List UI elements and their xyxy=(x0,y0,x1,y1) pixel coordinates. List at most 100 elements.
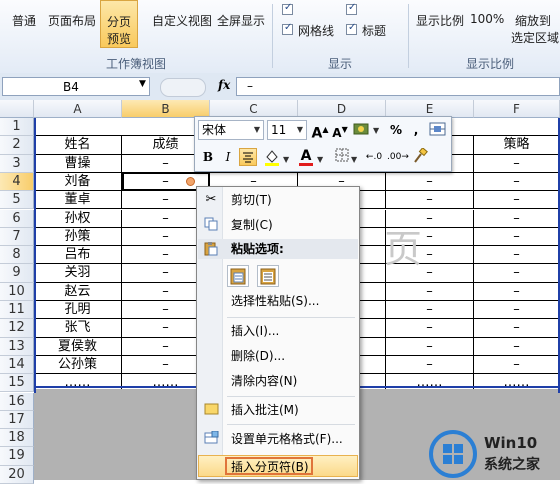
value-cell[interactable]: – xyxy=(474,355,560,375)
font-color-icon[interactable]: A xyxy=(297,147,315,166)
value-cell[interactable]: – xyxy=(386,172,474,192)
grow-font-icon[interactable]: A▲ xyxy=(311,121,329,142)
row-header-18[interactable]: 18 xyxy=(0,429,34,448)
value-cell[interactable]: – xyxy=(386,337,474,356)
menu-item-delete[interactable]: 删除(D)... xyxy=(198,345,358,367)
row-header-11[interactable]: 11 xyxy=(0,301,34,320)
header-cell-name[interactable]: 姓名 xyxy=(34,136,122,155)
row-header-10[interactable]: 10 xyxy=(0,282,34,301)
row-header-6[interactable]: 6 xyxy=(0,209,34,228)
row-header-15[interactable]: 15 xyxy=(0,374,34,393)
name-cell[interactable]: 董卓 xyxy=(34,191,122,210)
gridlines-checkbox[interactable]: ✓ xyxy=(282,22,293,35)
row-header-1[interactable]: 1 xyxy=(0,118,34,137)
row-header-20[interactable]: 20 xyxy=(0,465,34,484)
menu-item-insert-comment[interactable]: 插入批注(M) xyxy=(198,399,358,421)
name-cell[interactable]: 刘备 xyxy=(34,172,122,192)
normal-view-button[interactable]: 普通 xyxy=(12,12,36,29)
chevron-down-icon[interactable]: ▼ xyxy=(351,155,357,164)
name-cell[interactable]: 孙策 xyxy=(34,227,122,247)
value-cell[interactable]: – xyxy=(474,301,560,320)
name-box[interactable]: B4 ▼ xyxy=(2,77,150,96)
row-header-17[interactable]: 17 xyxy=(0,410,34,430)
borders-icon[interactable] xyxy=(333,148,351,166)
row-header-19[interactable]: 19 xyxy=(0,447,34,466)
value-cell[interactable]: – xyxy=(386,282,474,301)
formula-bar-splitter[interactable] xyxy=(160,78,206,97)
value-cell[interactable]: – xyxy=(474,209,560,228)
value-cell[interactable]: – xyxy=(474,337,560,356)
chevron-down-icon[interactable]: ▼ xyxy=(283,155,289,164)
accounting-format-icon[interactable] xyxy=(353,121,371,139)
bold-button[interactable]: B xyxy=(199,148,217,166)
value-cell[interactable]: – xyxy=(474,227,560,247)
name-cell[interactable]: 赵云 xyxy=(34,282,122,301)
italic-button[interactable]: I xyxy=(219,148,237,166)
formula-input[interactable]: – xyxy=(236,77,560,96)
name-cell[interactable]: 张飞 xyxy=(34,319,122,338)
headings-checkbox[interactable]: ✓ xyxy=(346,22,357,35)
menu-item-paste-special[interactable]: 选择性粘贴(S)... xyxy=(198,290,358,312)
value-cell[interactable]: – xyxy=(386,301,474,320)
page-break-preview-button[interactable]: 分页 预览 xyxy=(100,0,138,48)
increase-decimal-icon[interactable]: ←.0 xyxy=(365,148,383,166)
value-cell[interactable]: – xyxy=(474,319,560,338)
row-header-12[interactable]: 12 xyxy=(0,319,34,338)
value-cell[interactable]: – xyxy=(474,172,560,192)
value-cell[interactable]: – xyxy=(474,191,560,210)
select-all-corner[interactable] xyxy=(0,100,34,118)
menu-item-insert-page-break[interactable]: 插入分页符(B) xyxy=(198,455,358,477)
fx-icon[interactable]: fx xyxy=(218,78,230,92)
custom-view-button[interactable]: 自定义视图 xyxy=(152,12,212,29)
formula-bar-checkbox[interactable]: ✓ xyxy=(346,2,357,15)
format-painter-table-icon[interactable] xyxy=(429,121,447,139)
value-cell[interactable]: – xyxy=(386,319,474,338)
decrease-decimal-icon[interactable]: .00→ xyxy=(387,148,409,166)
menu-item-cut[interactable]: ✂ 剪切(T) xyxy=(198,189,358,211)
percent-button[interactable]: % xyxy=(387,121,405,139)
name-cell[interactable]: 曹操 xyxy=(34,154,122,173)
row-header-7[interactable]: 7 xyxy=(0,227,34,247)
row-header-5[interactable]: 5 xyxy=(0,191,34,210)
row-header-2[interactable]: 2 xyxy=(0,136,34,155)
paste-icon[interactable] xyxy=(227,265,249,287)
full-screen-button[interactable]: 全屏显示 xyxy=(217,12,265,29)
font-name-combo[interactable]: 宋体 ▼ xyxy=(198,120,264,140)
paste-options-icon[interactable] xyxy=(186,177,195,186)
center-align-button[interactable] xyxy=(239,148,257,166)
row-header-14[interactable]: 14 xyxy=(0,355,34,375)
header-cell-strategy[interactable]: 策略 xyxy=(474,136,560,155)
name-cell[interactable]: 关羽 xyxy=(34,264,122,283)
row-header-9[interactable]: 9 xyxy=(0,264,34,283)
fill-color-icon[interactable] xyxy=(263,148,281,166)
chevron-down-icon[interactable]: ▼ xyxy=(317,155,323,164)
name-cell[interactable]: 孙权 xyxy=(34,209,122,228)
format-painter-icon[interactable] xyxy=(411,147,429,166)
menu-item-copy[interactable]: 复制(C) xyxy=(198,214,358,236)
chevron-down-icon[interactable]: ▼ xyxy=(373,126,379,135)
zoom-button[interactable]: 显示比例 xyxy=(416,12,464,29)
zoom-100-button[interactable]: 100% xyxy=(470,12,504,26)
comma-button[interactable]: , xyxy=(407,121,425,139)
row-header-16[interactable]: 16 xyxy=(0,392,34,411)
value-cell[interactable]: – xyxy=(386,191,474,210)
ruler-checkbox[interactable]: ✓ xyxy=(282,2,293,15)
column-header-f[interactable]: F xyxy=(474,100,560,118)
row-header-13[interactable]: 13 xyxy=(0,337,34,356)
value-cell[interactable]: – xyxy=(474,264,560,283)
menu-item-clear-contents[interactable]: 清除内容(N) xyxy=(198,370,358,392)
name-cell[interactable]: 夏侯敦 xyxy=(34,337,122,356)
row-header-4[interactable]: 4 xyxy=(0,172,34,192)
chevron-down-icon[interactable]: ▼ xyxy=(139,79,146,89)
name-cell[interactable]: 公孙策 xyxy=(34,355,122,375)
value-cell[interactable]: – xyxy=(474,282,560,301)
paste-values-icon[interactable] xyxy=(257,265,279,287)
zoom-to-selection-button[interactable]: 缩放到 xyxy=(515,12,551,29)
value-cell[interactable]: – xyxy=(474,154,560,173)
value-cell[interactable]: – xyxy=(386,355,474,375)
page-layout-button[interactable]: 页面布局 xyxy=(48,12,96,29)
font-size-combo[interactable]: 11 ▼ xyxy=(267,120,307,140)
menu-item-format-cells[interactable]: 设置单元格格式(F)... xyxy=(198,428,358,450)
name-cell[interactable]: 吕布 xyxy=(34,246,122,265)
menu-item-insert[interactable]: 插入(I)... xyxy=(198,320,358,342)
